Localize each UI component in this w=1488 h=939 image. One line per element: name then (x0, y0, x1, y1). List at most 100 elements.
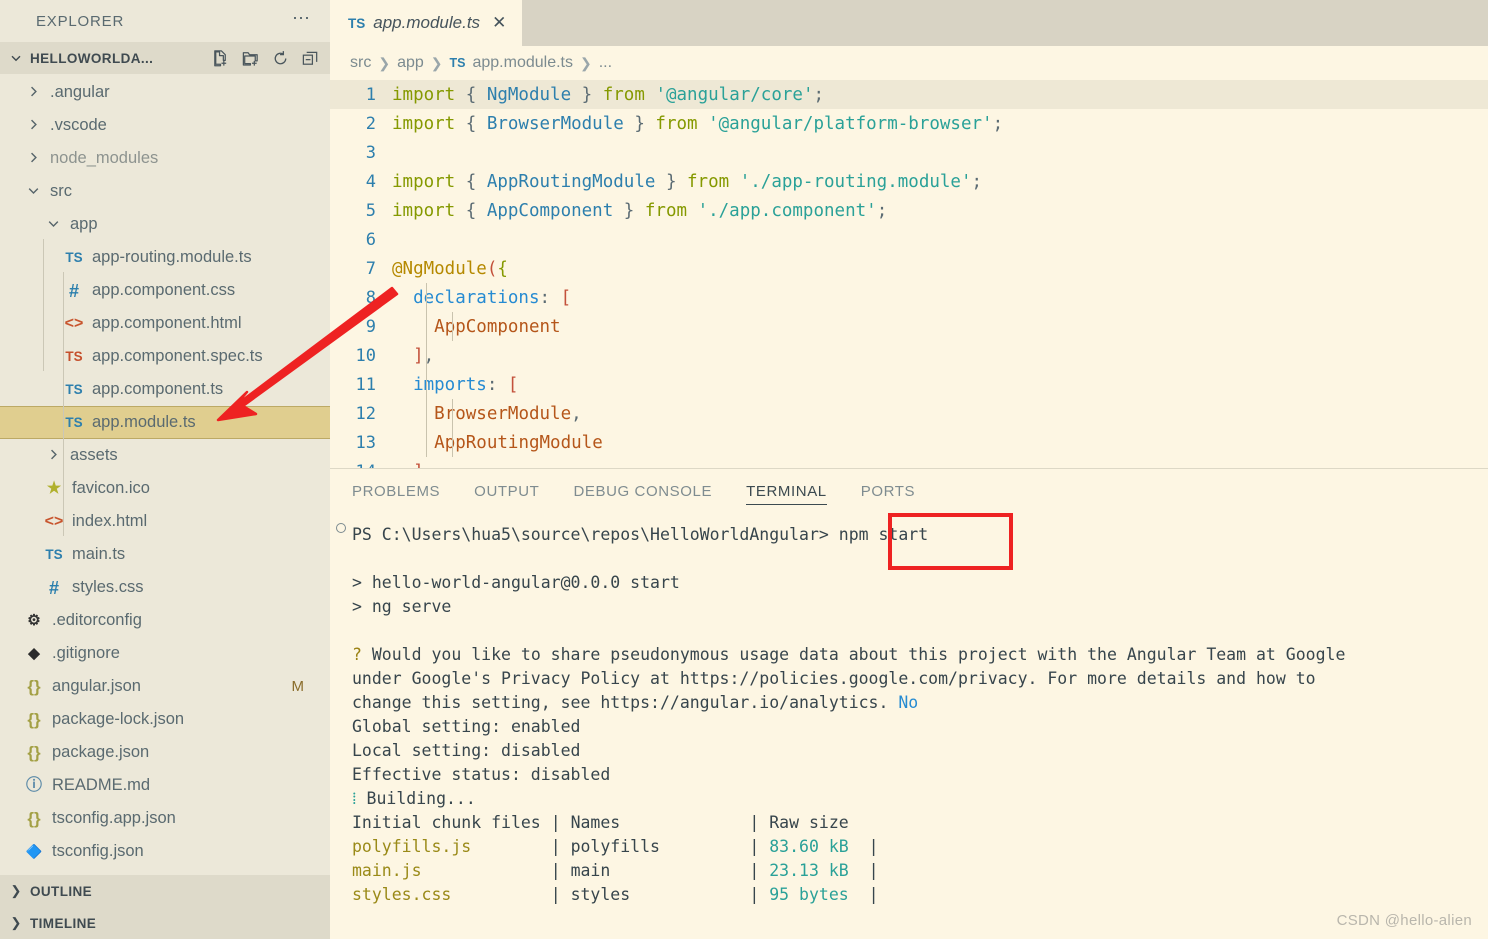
tab-app-module-ts[interactable]: TS app.module.ts ✕ (330, 0, 523, 46)
watermark: CSDN @hello-alien (1336, 912, 1472, 929)
breadcrumb-item-app[interactable]: app (397, 54, 424, 72)
code-line[interactable]: 14 ] (330, 457, 1488, 469)
tree-item-app[interactable]: app (0, 208, 330, 241)
chevron-right-icon[interactable]: ❯ (8, 915, 24, 931)
editor-tabbar: TS app.module.ts ✕ (330, 0, 1488, 46)
tree-item--angular[interactable]: .angular (0, 76, 330, 109)
tree-item-label: app.component.css (92, 281, 236, 299)
tree-item-app-component-spec-ts[interactable]: TS app.component.spec.ts (0, 340, 330, 373)
line-number: 5 (365, 200, 376, 221)
tree-item-label: app (70, 215, 98, 233)
chevron-right-icon[interactable] (23, 118, 43, 133)
tree-item--editorconfig[interactable]: ⚙ .editorconfig (0, 604, 330, 637)
tree-item-app-component-html[interactable]: <> app.component.html (0, 307, 330, 340)
indent-guide (63, 272, 64, 536)
code-editor[interactable]: 1 import { NgModule } from '@angular/core… (330, 80, 1488, 468)
terminal-chunk-row: main.js | main | 23.13 kB | (352, 861, 879, 880)
chevron-right-icon: ❯ (378, 54, 391, 71)
terminal-serve-line: > ng serve (352, 597, 452, 616)
code-line[interactable]: 7 @NgModule({ (330, 254, 1488, 283)
line-number: 14 (330, 462, 392, 469)
tree-item-readme-md[interactable]: ⓘ README.md (0, 769, 330, 802)
tree-item--vscode[interactable]: .vscode (0, 109, 330, 142)
ts-spec-file-icon: TS (65, 348, 83, 364)
collapse-all-icon[interactable] (301, 49, 320, 68)
timeline-section[interactable]: ❯ TIMELINE (0, 907, 330, 939)
tree-item-tsconfig-json[interactable]: 🔷 tsconfig.json (0, 835, 330, 868)
code-line[interactable]: 4 import { AppRoutingModule } from './app… (330, 167, 1488, 196)
chevron-right-icon[interactable]: ❯ (8, 883, 24, 899)
line-number: 2 (365, 113, 376, 134)
tree-item-label: package-lock.json (52, 710, 185, 728)
chevron-right-icon: ❯ (430, 54, 443, 71)
code-line[interactable]: 6 (330, 225, 1488, 254)
code-line[interactable]: 12 BrowserModule, (330, 399, 1488, 428)
local-setting-line: Local setting: disabled (352, 741, 581, 760)
panel-tab-debug-console[interactable]: DEBUG CONSOLE (573, 469, 712, 513)
code-line[interactable]: 10 ], (330, 341, 1488, 370)
star-file-icon: ★ (46, 479, 62, 497)
line-number: 4 (365, 171, 376, 192)
tree-item-index-html[interactable]: <> index.html (0, 505, 330, 538)
explorer-header: EXPLORER ⋯ (0, 0, 330, 42)
tree-item-node-modules[interactable]: node_modules (0, 142, 330, 175)
new-file-icon[interactable] (211, 49, 230, 68)
panel-tab-output[interactable]: OUTPUT (474, 469, 539, 513)
code-line[interactable]: 8 declarations: [ (330, 283, 1488, 312)
explorer-title: EXPLORER (36, 12, 125, 30)
tree-item-app-component-css[interactable]: # app.component.css (0, 274, 330, 307)
code-line[interactable]: 1 import { NgModule } from '@angular/core… (330, 80, 1488, 109)
tree-item-assets[interactable]: assets (0, 439, 330, 472)
panel-tab-ports[interactable]: PORTS (861, 469, 915, 513)
panel-tabs[interactable]: PROBLEMS OUTPUT DEBUG CONSOLE TERMINAL PORTS (330, 469, 1488, 513)
chevron-right-icon[interactable] (43, 448, 63, 463)
chevron-down-icon[interactable] (23, 184, 43, 199)
file-tree[interactable]: .angular .vscode node_modules src app TS app-r… (0, 74, 330, 875)
tree-item-label: app.module.ts (92, 413, 196, 431)
panel-tab-terminal[interactable]: TERMINAL (746, 469, 827, 513)
code-line[interactable]: 2 import { BrowserModule } from '@angular… (330, 109, 1488, 138)
workspace-actions (211, 49, 320, 68)
chevron-down-icon[interactable] (43, 217, 63, 232)
tree-item-app-component-ts[interactable]: TS app.component.ts (0, 373, 330, 406)
code-line[interactable]: 9 AppComponent (330, 312, 1488, 341)
line-number: 3 (365, 142, 376, 163)
tree-item-angular-json[interactable]: {} angular.json M (0, 670, 330, 703)
tree-item--gitignore[interactable]: ◆ .gitignore (0, 637, 330, 670)
tree-item-main-ts[interactable]: TS main.ts (0, 538, 330, 571)
tree-item-package-json[interactable]: {} package.json (0, 736, 330, 769)
panel-tab-problems[interactable]: PROBLEMS (352, 469, 440, 513)
tree-item-label: index.html (72, 512, 148, 530)
breadcrumb-item-src[interactable]: src (350, 54, 371, 72)
tree-item-favicon-ico[interactable]: ★ favicon.ico (0, 472, 330, 505)
code-text: AppComponent (434, 316, 561, 337)
chevron-right-icon[interactable] (23, 85, 43, 100)
ellipsis-icon[interactable]: ⋯ (288, 9, 316, 29)
tree-item-styles-css[interactable]: # styles.css (0, 571, 330, 604)
workspace-section-header[interactable]: HELLOWORLDA... (0, 42, 330, 74)
tree-item-app-module-ts[interactable]: TS app.module.ts (0, 406, 330, 439)
refresh-icon[interactable] (271, 49, 290, 68)
chevron-right-icon[interactable] (23, 151, 43, 166)
chevron-down-icon[interactable] (8, 52, 24, 64)
code-text: @NgModule({ (392, 258, 508, 279)
css-file-icon: # (48, 577, 59, 598)
code-line[interactable]: 13 AppRoutingModule (330, 428, 1488, 457)
tree-item-src[interactable]: src (0, 175, 330, 208)
tree-item-app-routing-module-ts[interactable]: TS app-routing.module.ts (0, 241, 330, 274)
bottom-panel: PROBLEMS OUTPUT DEBUG CONSOLE TERMINAL PORTS… (330, 468, 1488, 939)
code-text: import { AppRoutingModule } from './app-… (392, 171, 983, 192)
line-number: 7 (365, 258, 376, 279)
breadcrumb-item-more[interactable]: ... (599, 54, 612, 72)
breadcrumb-item-file[interactable]: app.module.ts (472, 54, 573, 72)
close-icon[interactable]: ✕ (488, 13, 510, 33)
terminal-output[interactable]: PS C:\Users\hua5\source\repos\HelloWorld… (330, 513, 1488, 939)
code-line[interactable]: 5 import { AppComponent } from './app.com… (330, 196, 1488, 225)
tree-item-package-lock-json[interactable]: {} package-lock.json (0, 703, 330, 736)
new-folder-icon[interactable] (241, 49, 260, 68)
html-file-icon: <> (44, 512, 64, 530)
tree-item-tsconfig-app-json[interactable]: {} tsconfig.app.json (0, 802, 330, 835)
outline-section[interactable]: ❯ OUTLINE (0, 875, 330, 907)
code-line[interactable]: 11 imports: [ (330, 370, 1488, 399)
code-line[interactable]: 3 (330, 138, 1488, 167)
